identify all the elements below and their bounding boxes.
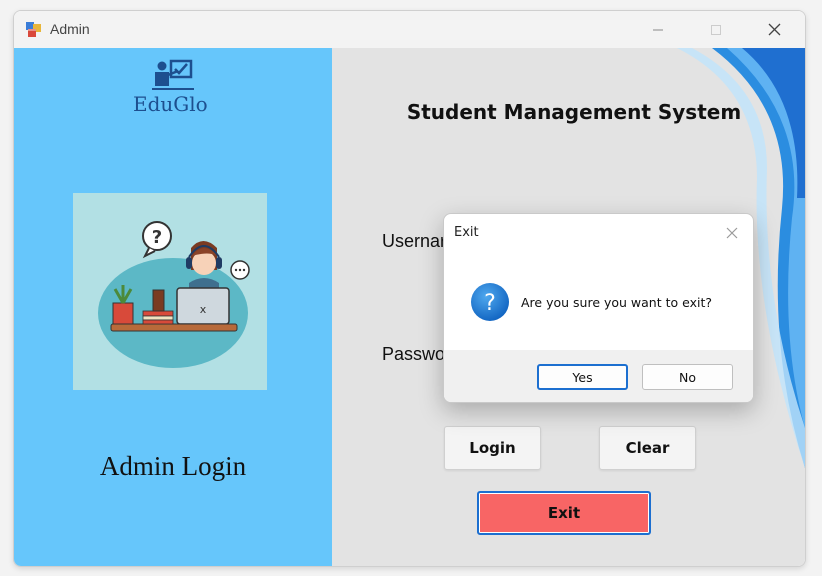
dialog-body: ? Are you sure you want to exit? xyxy=(444,252,753,350)
exit-dialog: Exit ? Are you sure you want to exit? Ye… xyxy=(443,213,754,403)
window-title: Admin xyxy=(50,21,90,37)
svg-text:x: x xyxy=(200,303,207,316)
minimize-button[interactable] xyxy=(629,11,687,48)
title-bar[interactable]: Admin xyxy=(14,11,805,48)
password-label: Passwo xyxy=(382,344,446,364)
page-title: Student Management System xyxy=(406,100,742,124)
support-agent-illustration: ? x xyxy=(73,193,267,390)
dialog-message: Are you sure you want to exit? xyxy=(521,295,713,310)
username-label: Usernar xyxy=(382,231,447,251)
yes-button[interactable]: Yes xyxy=(537,364,628,390)
close-icon xyxy=(768,23,780,36)
close-icon xyxy=(726,227,738,239)
question-icon: ? xyxy=(471,283,509,321)
maximize-button[interactable] xyxy=(687,11,745,48)
minimize-icon xyxy=(653,29,663,30)
dialog-close-button[interactable] xyxy=(722,223,742,243)
dialog-footer: Yes No xyxy=(444,350,753,402)
logo-text: EduGlo xyxy=(133,92,208,116)
close-button[interactable] xyxy=(745,11,803,48)
no-button[interactable]: No xyxy=(642,364,733,390)
admin-login-caption: Admin Login xyxy=(99,451,247,481)
left-panel: EduGlo ? x Admin Login xyxy=(14,48,332,566)
svg-text:?: ? xyxy=(484,291,496,316)
login-button[interactable]: Login xyxy=(444,426,541,470)
app-icon xyxy=(26,22,41,37)
clear-button[interactable]: Clear xyxy=(599,426,696,470)
dialog-title: Exit xyxy=(454,225,479,240)
exit-button[interactable]: Exit xyxy=(477,491,651,535)
maximize-icon xyxy=(711,24,721,35)
svg-text:?: ? xyxy=(152,227,162,248)
support-agent-icon: ? x xyxy=(98,221,250,368)
